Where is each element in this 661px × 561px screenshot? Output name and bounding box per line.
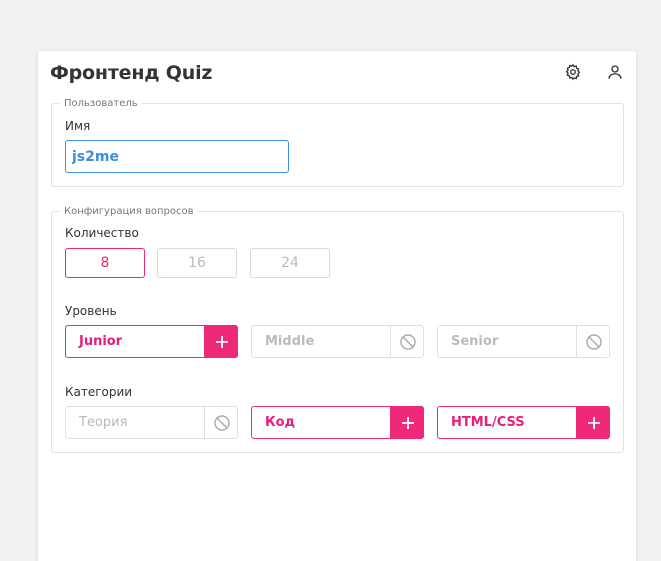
plus-icon[interactable] [576,406,610,439]
gear-icon[interactable] [564,63,582,81]
category-theory-label: Теория [79,415,128,430]
config-section-legend: Конфигурация вопросов [64,206,194,217]
level-junior-toggle[interactable]: Junior [65,325,238,358]
name-label: Имя [65,119,91,133]
count-option-8[interactable]: 8 [65,248,145,278]
count-option-24[interactable]: 24 [250,248,330,278]
app-title: Фронтенд Quiz [50,62,213,84]
quiz-card: Фронтенд Quiz Пользователь Имя Конфигура… [38,51,636,561]
category-theory-toggle[interactable]: Теория [65,406,238,439]
level-label: Уровень [65,304,117,318]
plus-icon[interactable] [204,325,238,358]
level-senior-toggle[interactable]: Senior [437,325,610,358]
level-junior-label: Junior [79,334,123,349]
plus-icon[interactable] [390,406,424,439]
count-option-16[interactable]: 16 [157,248,237,278]
category-code-toggle[interactable]: Код [251,406,424,439]
category-code-label: Код [265,415,296,430]
name-input[interactable] [65,140,289,173]
category-htmlcss-toggle[interactable]: HTML/CSS [437,406,610,439]
user-icon[interactable] [606,63,624,81]
disabled-icon[interactable] [390,325,424,358]
count-label: Количество [65,226,139,240]
level-middle-toggle[interactable]: Middle [251,325,424,358]
category-htmlcss-label: HTML/CSS [451,415,525,430]
user-section-legend: Пользователь [64,98,138,109]
categories-label: Категории [65,385,133,399]
level-middle-label: Middle [265,334,315,349]
level-senior-label: Senior [451,334,499,349]
disabled-icon[interactable] [204,406,238,439]
disabled-icon[interactable] [576,325,610,358]
